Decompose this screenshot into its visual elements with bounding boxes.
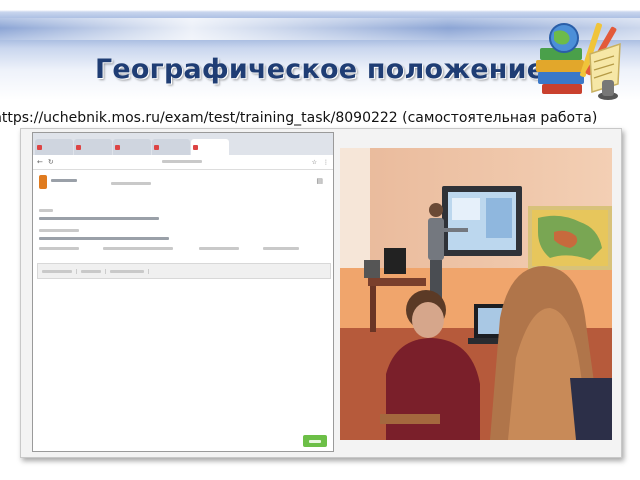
text-line [103,247,173,250]
browser-tab [35,139,73,155]
text-line [39,229,79,232]
text-line [263,247,299,250]
browser-tab-active [191,139,229,155]
browser-tab [113,139,151,155]
text-line [39,247,79,250]
reload-icon: ↻ [47,158,54,166]
browser-tabstrip [33,133,333,155]
classroom-photo [340,148,612,440]
answer-button [303,435,327,447]
browser-address-bar: ← ↻ ☆ ⋮ [33,155,333,170]
browser-tab [74,139,112,155]
site-logo-icon [39,175,47,189]
text-line [39,217,159,220]
site-header: ▤ [37,173,327,193]
option-tab [106,268,149,274]
star-icon: ☆ [311,158,317,166]
logo-text-line [51,179,77,182]
address-field [59,159,306,165]
option-tab [77,268,106,274]
school-supplies-clipart-icon [536,22,621,100]
text-line [199,247,239,250]
browser-screenshot: ← ↻ ☆ ⋮ ▤ [32,132,334,452]
back-arrow-icon: ← [37,158,43,166]
task-url[interactable]: https://uchebnik.mos.ru/exam/test/traini… [0,110,640,126]
menu-icon: ⋮ [323,158,329,166]
browser-tab [152,139,190,155]
slide-title: Географическое положение [95,54,546,85]
answer-options-bar [37,263,331,279]
toolbar-icon: ▤ [316,177,323,185]
text-line [39,237,169,240]
text-line [39,209,53,212]
user-name-line [111,182,151,185]
option-tab [38,268,77,274]
